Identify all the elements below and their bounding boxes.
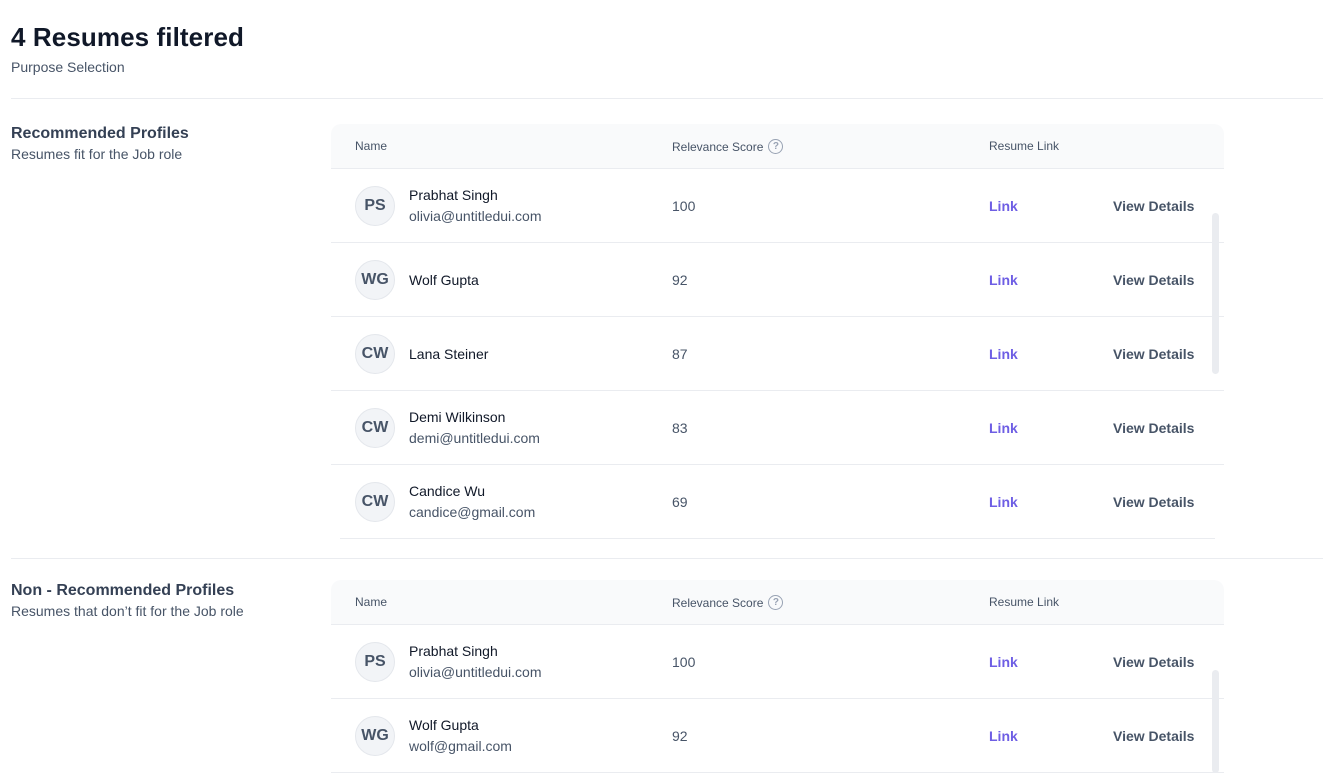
candidate-email: olivia@untitledui.com [409, 664, 542, 680]
table-row: WG Wolf Gupta 92 Link View Details [331, 243, 1224, 317]
candidate-name: Wolf Gupta [409, 717, 479, 733]
relevance-score: 100 [672, 654, 696, 670]
page-subtitle: Purpose Selection [11, 59, 125, 75]
scrollbar[interactable] [1212, 670, 1219, 773]
view-details-button[interactable]: View Details [1113, 420, 1194, 436]
view-details-button[interactable]: View Details [1113, 654, 1194, 670]
table-row: CW Lana Steiner 87 Link View Details [331, 317, 1224, 391]
relevance-score: 100 [672, 198, 696, 214]
relevance-score: 83 [672, 420, 688, 436]
view-details-button[interactable]: View Details [1113, 346, 1194, 362]
relevance-score: 92 [672, 728, 688, 744]
section-title-non-recommended: Non - Recommended Profiles [11, 582, 235, 599]
relevance-score: 69 [672, 494, 688, 510]
table-header: Name Relevance Score ? Resume Link [331, 124, 1224, 169]
candidate-email: wolf@gmail.com [409, 738, 512, 754]
avatar: CW [355, 482, 395, 522]
recommended-table: Name Relevance Score ? Resume Link PS Pr… [331, 124, 1224, 539]
table-row: WG Wolf Gupta wolf@gmail.com 92 Link Vie… [331, 699, 1224, 773]
candidate-name: Demi Wilkinson [409, 409, 506, 425]
resume-link[interactable]: Link [989, 494, 1018, 510]
avatar: CW [355, 408, 395, 448]
page-title: 4 Resumes filtered [11, 22, 245, 52]
view-details-button[interactable]: View Details [1113, 272, 1194, 288]
table-row: PS Prabhat Singh olivia@untitledui.com 1… [331, 169, 1224, 243]
candidate-name: Prabhat Singh [409, 643, 498, 659]
table-row: CW Candice Wu candice@gmail.com 69 Link … [331, 465, 1224, 539]
non-recommended-table: Name Relevance Score ? Resume Link PS Pr… [331, 580, 1224, 773]
view-details-button[interactable]: View Details [1113, 198, 1194, 214]
column-header-name: Name [355, 139, 388, 153]
relevance-score: 92 [672, 272, 688, 288]
candidate-email: candice@gmail.com [409, 504, 536, 520]
divider [11, 98, 1323, 99]
view-details-button[interactable]: View Details [1113, 494, 1194, 510]
avatar: WG [355, 260, 395, 300]
section-description-non-recommended: Resumes that don’t fit for the Job role [11, 603, 244, 619]
divider [11, 558, 1323, 559]
page: 4 Resumes filtered Purpose Selection Rec… [0, 0, 1338, 773]
table-row: CW Demi Wilkinson demi@untitledui.com 83… [331, 391, 1224, 465]
section-title-recommended: Recommended Profiles [11, 125, 189, 142]
scrollbar[interactable] [1212, 213, 1219, 374]
resume-link[interactable]: Link [989, 346, 1018, 362]
candidate-name: Candice Wu [409, 483, 486, 499]
table-header: Name Relevance Score ? Resume Link [331, 580, 1224, 625]
column-header-name: Name [355, 595, 388, 609]
table-row: PS Prabhat Singh olivia@untitledui.com 1… [331, 625, 1224, 699]
avatar: PS [355, 642, 395, 682]
resume-link[interactable]: Link [989, 198, 1018, 214]
column-header-score: Relevance Score ? [672, 139, 784, 154]
column-header-resume-link: Resume Link [989, 139, 1060, 153]
section-description-recommended: Resumes fit for the Job role [11, 146, 183, 162]
candidate-name: Wolf Gupta [409, 272, 479, 288]
candidate-name: Prabhat Singh [409, 187, 498, 203]
column-header-score-label: Relevance Score [672, 595, 764, 610]
avatar: CW [355, 334, 395, 374]
resume-link[interactable]: Link [989, 272, 1018, 288]
resume-link[interactable]: Link [989, 728, 1018, 744]
resume-link[interactable]: Link [989, 654, 1018, 670]
avatar: WG [355, 716, 395, 756]
help-circle-icon[interactable]: ? [768, 139, 784, 154]
candidate-name: Lana Steiner [409, 346, 489, 362]
help-circle-icon[interactable]: ? [768, 595, 784, 610]
column-header-score-label: Relevance Score [672, 139, 764, 154]
view-details-button[interactable]: View Details [1113, 728, 1194, 744]
resume-link[interactable]: Link [989, 420, 1018, 436]
column-header-score: Relevance Score ? [672, 595, 784, 610]
column-header-resume-link: Resume Link [989, 595, 1060, 609]
relevance-score: 87 [672, 346, 688, 362]
candidate-email: olivia@untitledui.com [409, 208, 542, 224]
avatar: PS [355, 186, 395, 226]
candidate-email: demi@untitledui.com [409, 430, 540, 446]
